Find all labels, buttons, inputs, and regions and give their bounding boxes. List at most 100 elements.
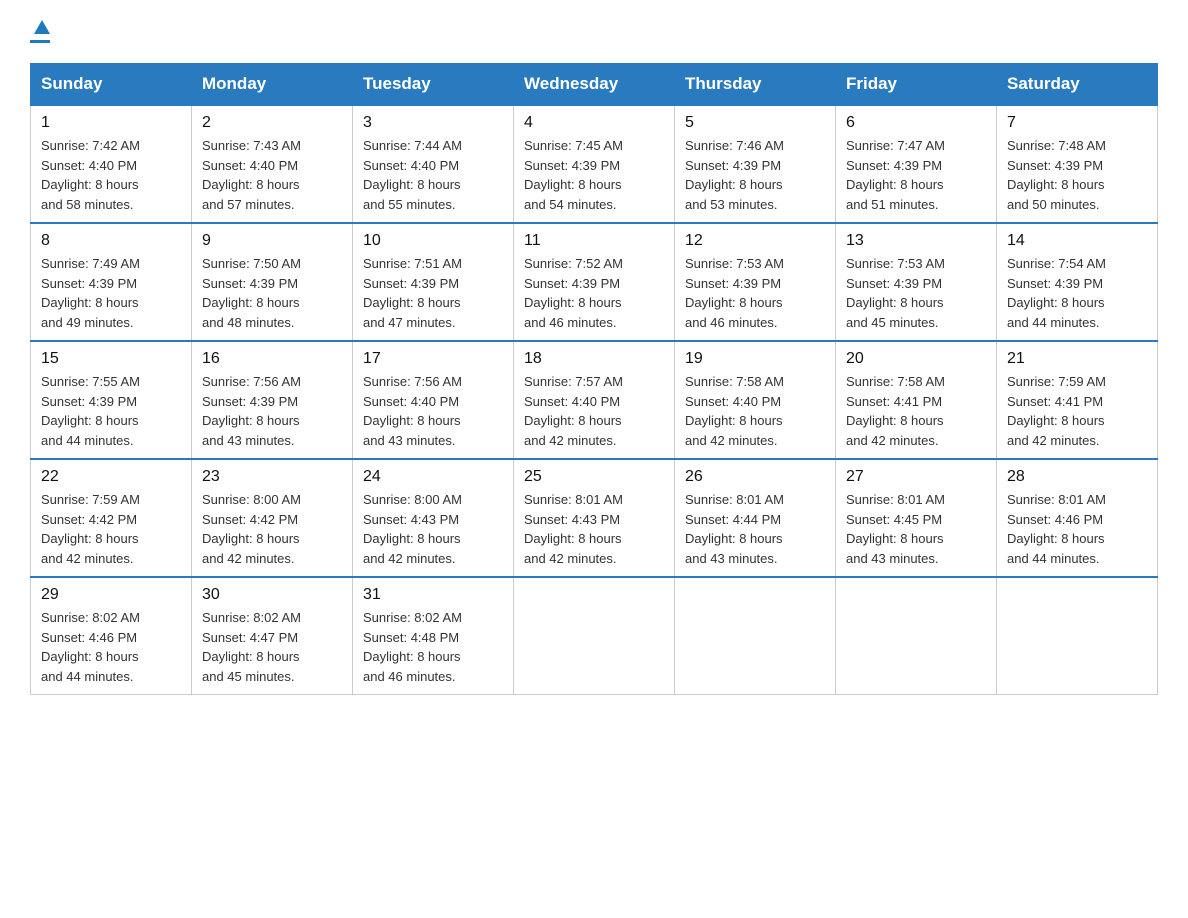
day-info: Sunrise: 8:00 AM Sunset: 4:43 PM Dayligh… [363, 490, 503, 568]
day-number: 21 [1007, 350, 1147, 368]
week-row-3: 15 Sunrise: 7:55 AM Sunset: 4:39 PM Dayl… [31, 341, 1158, 459]
calendar-cell: 8 Sunrise: 7:49 AM Sunset: 4:39 PM Dayli… [31, 223, 192, 341]
day-number: 18 [524, 350, 664, 368]
day-info: Sunrise: 7:53 AM Sunset: 4:39 PM Dayligh… [846, 254, 986, 332]
day-header-wednesday: Wednesday [514, 64, 675, 106]
day-number: 12 [685, 232, 825, 250]
day-info: Sunrise: 7:50 AM Sunset: 4:39 PM Dayligh… [202, 254, 342, 332]
day-info: Sunrise: 7:44 AM Sunset: 4:40 PM Dayligh… [363, 136, 503, 214]
days-header-row: SundayMondayTuesdayWednesdayThursdayFrid… [31, 64, 1158, 106]
day-info: Sunrise: 7:46 AM Sunset: 4:39 PM Dayligh… [685, 136, 825, 214]
day-info: Sunrise: 7:48 AM Sunset: 4:39 PM Dayligh… [1007, 136, 1147, 214]
calendar-cell: 7 Sunrise: 7:48 AM Sunset: 4:39 PM Dayli… [997, 105, 1158, 223]
logo-triangle-icon [34, 20, 50, 34]
calendar-cell: 29 Sunrise: 8:02 AM Sunset: 4:46 PM Dayl… [31, 577, 192, 695]
calendar-cell: 24 Sunrise: 8:00 AM Sunset: 4:43 PM Dayl… [353, 459, 514, 577]
calendar-cell: 17 Sunrise: 7:56 AM Sunset: 4:40 PM Dayl… [353, 341, 514, 459]
day-number: 23 [202, 468, 342, 486]
day-info: Sunrise: 7:56 AM Sunset: 4:40 PM Dayligh… [363, 372, 503, 450]
day-number: 29 [41, 586, 181, 604]
day-header-monday: Monday [192, 64, 353, 106]
calendar-cell [836, 577, 997, 695]
day-number: 15 [41, 350, 181, 368]
day-info: Sunrise: 8:01 AM Sunset: 4:44 PM Dayligh… [685, 490, 825, 568]
calendar-cell: 30 Sunrise: 8:02 AM Sunset: 4:47 PM Dayl… [192, 577, 353, 695]
calendar-cell: 5 Sunrise: 7:46 AM Sunset: 4:39 PM Dayli… [675, 105, 836, 223]
calendar-cell: 15 Sunrise: 7:55 AM Sunset: 4:39 PM Dayl… [31, 341, 192, 459]
calendar-cell: 23 Sunrise: 8:00 AM Sunset: 4:42 PM Dayl… [192, 459, 353, 577]
calendar-cell [514, 577, 675, 695]
page-header [30, 20, 1158, 43]
day-info: Sunrise: 7:58 AM Sunset: 4:41 PM Dayligh… [846, 372, 986, 450]
calendar-cell: 12 Sunrise: 7:53 AM Sunset: 4:39 PM Dayl… [675, 223, 836, 341]
day-info: Sunrise: 8:01 AM Sunset: 4:43 PM Dayligh… [524, 490, 664, 568]
calendar-cell [997, 577, 1158, 695]
calendar-cell: 4 Sunrise: 7:45 AM Sunset: 4:39 PM Dayli… [514, 105, 675, 223]
day-number: 5 [685, 114, 825, 132]
day-number: 25 [524, 468, 664, 486]
day-number: 6 [846, 114, 986, 132]
calendar-cell: 21 Sunrise: 7:59 AM Sunset: 4:41 PM Dayl… [997, 341, 1158, 459]
day-info: Sunrise: 7:55 AM Sunset: 4:39 PM Dayligh… [41, 372, 181, 450]
day-info: Sunrise: 8:02 AM Sunset: 4:47 PM Dayligh… [202, 608, 342, 686]
day-header-saturday: Saturday [997, 64, 1158, 106]
day-info: Sunrise: 7:57 AM Sunset: 4:40 PM Dayligh… [524, 372, 664, 450]
day-header-friday: Friday [836, 64, 997, 106]
calendar-cell: 19 Sunrise: 7:58 AM Sunset: 4:40 PM Dayl… [675, 341, 836, 459]
day-info: Sunrise: 8:02 AM Sunset: 4:46 PM Dayligh… [41, 608, 181, 686]
day-number: 9 [202, 232, 342, 250]
day-number: 22 [41, 468, 181, 486]
calendar-cell: 9 Sunrise: 7:50 AM Sunset: 4:39 PM Dayli… [192, 223, 353, 341]
day-number: 27 [846, 468, 986, 486]
day-number: 14 [1007, 232, 1147, 250]
calendar-cell: 20 Sunrise: 7:58 AM Sunset: 4:41 PM Dayl… [836, 341, 997, 459]
day-number: 10 [363, 232, 503, 250]
day-header-thursday: Thursday [675, 64, 836, 106]
day-number: 16 [202, 350, 342, 368]
day-number: 8 [41, 232, 181, 250]
day-info: Sunrise: 7:47 AM Sunset: 4:39 PM Dayligh… [846, 136, 986, 214]
logo [30, 20, 50, 43]
week-row-1: 1 Sunrise: 7:42 AM Sunset: 4:40 PM Dayli… [31, 105, 1158, 223]
calendar-cell: 18 Sunrise: 7:57 AM Sunset: 4:40 PM Dayl… [514, 341, 675, 459]
day-info: Sunrise: 7:59 AM Sunset: 4:41 PM Dayligh… [1007, 372, 1147, 450]
day-info: Sunrise: 7:52 AM Sunset: 4:39 PM Dayligh… [524, 254, 664, 332]
day-info: Sunrise: 8:01 AM Sunset: 4:46 PM Dayligh… [1007, 490, 1147, 568]
day-number: 11 [524, 232, 664, 250]
day-info: Sunrise: 7:59 AM Sunset: 4:42 PM Dayligh… [41, 490, 181, 568]
day-number: 1 [41, 114, 181, 132]
day-info: Sunrise: 8:02 AM Sunset: 4:48 PM Dayligh… [363, 608, 503, 686]
day-number: 30 [202, 586, 342, 604]
day-info: Sunrise: 8:00 AM Sunset: 4:42 PM Dayligh… [202, 490, 342, 568]
calendar-cell [675, 577, 836, 695]
calendar-table: SundayMondayTuesdayWednesdayThursdayFrid… [30, 63, 1158, 695]
day-info: Sunrise: 7:51 AM Sunset: 4:39 PM Dayligh… [363, 254, 503, 332]
day-info: Sunrise: 7:53 AM Sunset: 4:39 PM Dayligh… [685, 254, 825, 332]
day-info: Sunrise: 7:45 AM Sunset: 4:39 PM Dayligh… [524, 136, 664, 214]
calendar-cell: 13 Sunrise: 7:53 AM Sunset: 4:39 PM Dayl… [836, 223, 997, 341]
week-row-5: 29 Sunrise: 8:02 AM Sunset: 4:46 PM Dayl… [31, 577, 1158, 695]
day-number: 20 [846, 350, 986, 368]
day-info: Sunrise: 7:43 AM Sunset: 4:40 PM Dayligh… [202, 136, 342, 214]
day-info: Sunrise: 7:42 AM Sunset: 4:40 PM Dayligh… [41, 136, 181, 214]
week-row-2: 8 Sunrise: 7:49 AM Sunset: 4:39 PM Dayli… [31, 223, 1158, 341]
calendar-cell: 27 Sunrise: 8:01 AM Sunset: 4:45 PM Dayl… [836, 459, 997, 577]
calendar-cell: 2 Sunrise: 7:43 AM Sunset: 4:40 PM Dayli… [192, 105, 353, 223]
calendar-cell: 31 Sunrise: 8:02 AM Sunset: 4:48 PM Dayl… [353, 577, 514, 695]
day-number: 17 [363, 350, 503, 368]
day-info: Sunrise: 7:56 AM Sunset: 4:39 PM Dayligh… [202, 372, 342, 450]
day-number: 26 [685, 468, 825, 486]
day-info: Sunrise: 7:49 AM Sunset: 4:39 PM Dayligh… [41, 254, 181, 332]
day-number: 4 [524, 114, 664, 132]
day-number: 24 [363, 468, 503, 486]
day-number: 2 [202, 114, 342, 132]
calendar-cell: 10 Sunrise: 7:51 AM Sunset: 4:39 PM Dayl… [353, 223, 514, 341]
calendar-cell: 25 Sunrise: 8:01 AM Sunset: 4:43 PM Dayl… [514, 459, 675, 577]
day-number: 7 [1007, 114, 1147, 132]
day-number: 3 [363, 114, 503, 132]
calendar-cell: 22 Sunrise: 7:59 AM Sunset: 4:42 PM Dayl… [31, 459, 192, 577]
calendar-cell: 6 Sunrise: 7:47 AM Sunset: 4:39 PM Dayli… [836, 105, 997, 223]
calendar-cell: 26 Sunrise: 8:01 AM Sunset: 4:44 PM Dayl… [675, 459, 836, 577]
logo-underline [30, 40, 50, 43]
week-row-4: 22 Sunrise: 7:59 AM Sunset: 4:42 PM Dayl… [31, 459, 1158, 577]
